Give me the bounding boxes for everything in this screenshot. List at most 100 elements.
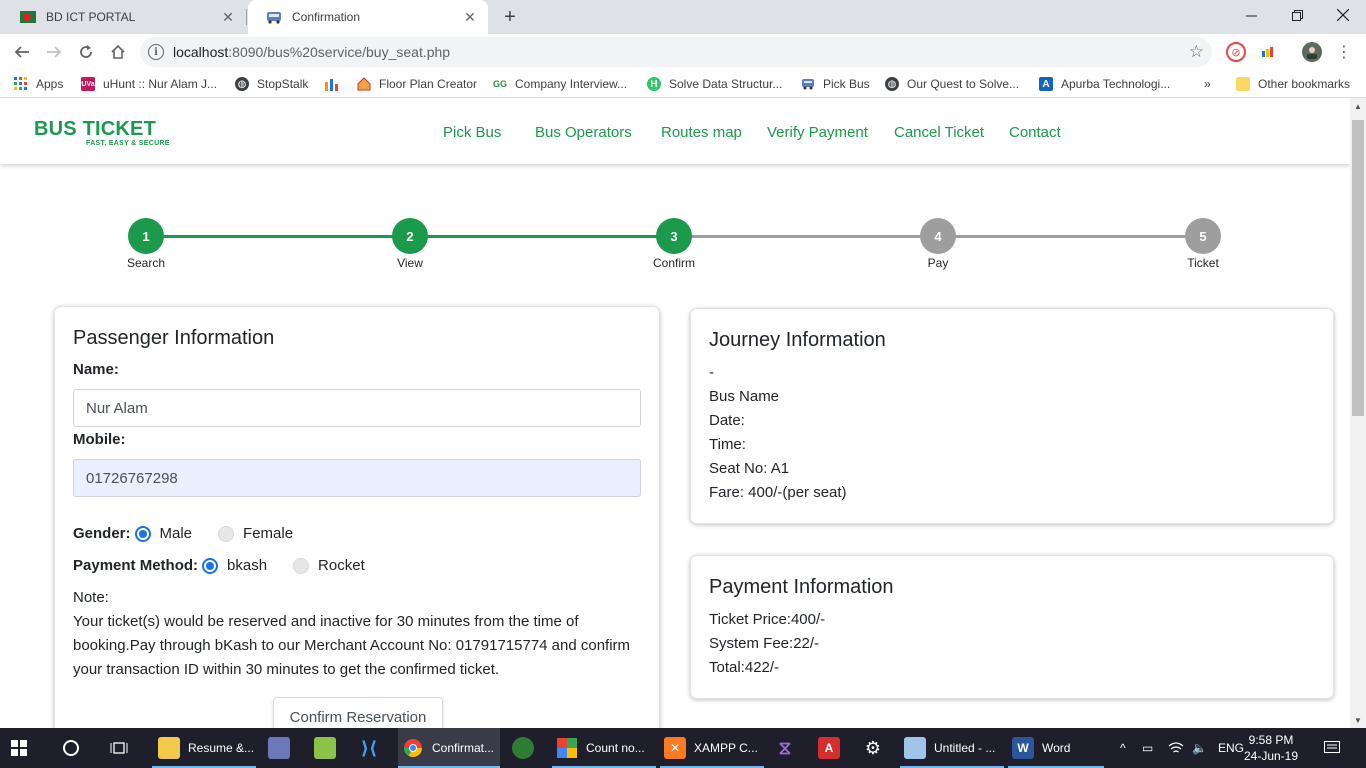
bookmark-bar-chart[interactable]	[325, 75, 347, 93]
name-input[interactable]	[73, 389, 641, 427]
taskbar-visual-studio[interactable]: ⧖	[770, 728, 804, 768]
gender-male-radio[interactable]	[134, 525, 151, 542]
bookmark-uhunt[interactable]: UVa uHunt :: Nur Alam J...	[81, 75, 217, 93]
chrome-icon	[402, 737, 424, 759]
site-info-icon[interactable]: i	[148, 44, 164, 60]
close-window-button[interactable]	[1320, 0, 1366, 30]
volume-icon[interactable]: 🔈	[1192, 728, 1207, 768]
nav-pick-bus[interactable]: Pick Bus	[443, 124, 501, 141]
payment-details: Ticket Price:400/- System Fee:22/- Total…	[709, 608, 825, 680]
more-bookmarks-button[interactable]: »	[1204, 75, 1211, 93]
notepad-plus-icon	[314, 737, 336, 759]
back-arrow-icon[interactable]	[8, 38, 36, 66]
mobile-input[interactable]	[73, 459, 641, 497]
nav-bus-operators[interactable]: Bus Operators	[535, 124, 632, 141]
gender-radio-group: Gender: Male Female	[73, 525, 319, 542]
payment-method-radio-group: Payment Method: bkash Rocket	[73, 557, 391, 574]
battery-icon[interactable]: ▭	[1142, 728, 1153, 768]
nav-verify-payment[interactable]: Verify Payment	[767, 124, 868, 141]
taskbar-vscode[interactable]: ⟩⟨	[354, 728, 388, 768]
bookmark-stopstalk[interactable]: ◍ StopStalk	[235, 75, 308, 93]
forward-arrow-icon[interactable]	[40, 38, 68, 66]
show-hidden-icons-button[interactable]: ^	[1120, 728, 1126, 768]
confirm-reservation-button[interactable]: Confirm Reservation	[273, 697, 443, 728]
bookmark-floor-plan[interactable]: Floor Plan Creator	[357, 75, 477, 93]
extension-block-icon[interactable]: ⊘	[1226, 42, 1246, 62]
bus-icon	[801, 77, 815, 91]
step-circle: 5	[1185, 218, 1221, 254]
close-tab-icon[interactable]: ✕	[220, 9, 236, 25]
globe-icon: ◍	[885, 77, 899, 91]
logo-text: BUS TICKET	[34, 118, 156, 140]
nav-contact[interactable]: Contact	[1009, 124, 1061, 141]
taskbar-xampp[interactable]: ✕ XAMPP C...	[660, 728, 764, 768]
action-center-icon[interactable]	[1324, 728, 1340, 768]
site-header: BUS TICKET FAST, EASY & SECURE Pick Bus …	[0, 98, 1350, 164]
bookmark-solve-data[interactable]: H Solve Data Structur...	[647, 75, 782, 93]
bookmark-label: Apps	[36, 77, 64, 91]
new-tab-button[interactable]: +	[498, 5, 522, 29]
search-button[interactable]	[60, 728, 90, 768]
bookmark-our-quest[interactable]: ◍ Our Quest to Solve...	[885, 75, 1019, 93]
passenger-info-card: Passenger Information Name: Mobile: Gend…	[54, 306, 660, 728]
home-icon[interactable]	[104, 38, 132, 66]
bookmark-apurba[interactable]: A Apurba Technologi...	[1039, 75, 1170, 93]
gender-option-label: Male	[159, 525, 193, 542]
gender-label: Gender:	[73, 525, 131, 542]
start-button[interactable]	[8, 728, 38, 768]
taskbar-notepad-app[interactable]	[310, 728, 344, 768]
url-path: :8090/bus%20service/buy_seat.php	[228, 44, 451, 60]
close-tab-icon[interactable]: ✕	[462, 9, 478, 25]
colored-grid-icon	[556, 737, 578, 759]
bookmarks-bar: Apps UVa uHunt :: Nur Alam J... ◍ StopSt…	[0, 70, 1366, 98]
page-scrollbar[interactable]: ▲ ▼	[1350, 98, 1366, 728]
taskbar-word[interactable]: W Word	[1008, 728, 1104, 768]
taskbar-count-app[interactable]: Count no...	[552, 728, 656, 768]
taskbar-paint[interactable]: Untitled - ...	[900, 728, 1004, 768]
journey-info-title: Journey Information	[709, 329, 886, 351]
paint-icon	[904, 737, 926, 759]
step-connector	[674, 235, 938, 238]
step-label: Pay	[927, 256, 949, 270]
tab-confirmation[interactable]: Confirmation ✕	[248, 0, 488, 34]
taskbar-acrobat[interactable]: A	[814, 728, 848, 768]
bookmark-company-interview[interactable]: GG Company Interview...	[493, 75, 627, 93]
reload-icon[interactable]	[72, 38, 100, 66]
profile-avatar[interactable]	[1302, 42, 1322, 62]
task-view-button[interactable]	[108, 728, 138, 768]
address-bar[interactable]: i localhost:8090/bus%20service/buy_seat.…	[140, 37, 1212, 67]
gender-female-radio[interactable]	[218, 525, 235, 542]
wifi-icon[interactable]	[1168, 728, 1184, 768]
bookmark-apps[interactable]: Apps	[14, 75, 63, 93]
payment-info-card: Payment Information Ticket Price:400/- S…	[690, 555, 1334, 699]
bookmark-label: Our Quest to Solve...	[907, 77, 1020, 91]
scroll-up-arrow-icon[interactable]: ▲	[1350, 98, 1366, 114]
taskbar-clock[interactable]: 9:58 PM 24-Jun-19	[1236, 732, 1306, 764]
payment-bkash-radio[interactable]	[202, 557, 219, 574]
payment-option-label: bkash	[227, 557, 268, 574]
bookmark-pick-bus[interactable]: Pick Bus	[801, 75, 870, 93]
taskbar-chrome[interactable]: Confirmat...	[398, 728, 500, 768]
extension-chart-icon[interactable]	[1258, 42, 1278, 62]
bookmark-star-icon[interactable]: ☆	[1189, 42, 1204, 62]
bookmark-label: Other bookmarks	[1258, 77, 1351, 91]
taskbar-item-label: Untitled - ...	[934, 741, 996, 755]
taskbar-file-explorer[interactable]: Resume &...	[152, 728, 256, 768]
taskbar-globe-app[interactable]	[508, 728, 542, 768]
scrollbar-thumb[interactable]	[1352, 120, 1364, 416]
site-logo[interactable]: BUS TICKET FAST, EASY & SECURE	[34, 118, 169, 147]
nav-routes-map[interactable]: Routes map	[661, 124, 742, 141]
step-label: Ticket	[1187, 256, 1219, 270]
url-host: localhost	[173, 44, 229, 60]
scroll-down-arrow-icon[interactable]: ▼	[1350, 712, 1366, 728]
taskbar-settings[interactable]: ⚙	[858, 728, 892, 768]
minimize-window-button[interactable]	[1228, 0, 1274, 30]
restore-window-button[interactable]	[1274, 0, 1320, 30]
taskbar-book-app[interactable]	[262, 728, 298, 768]
tab-bd-ict-portal[interactable]: BD ICT PORTAL ✕	[2, 0, 246, 34]
browser-menu-icon[interactable]: ⋮	[1334, 42, 1354, 62]
other-bookmarks-folder[interactable]: Other bookmarks	[1236, 75, 1350, 93]
payment-rocket-radio[interactable]	[293, 557, 310, 574]
mobile-label: Mobile:	[73, 431, 126, 448]
nav-cancel-ticket[interactable]: Cancel Ticket	[894, 124, 984, 141]
